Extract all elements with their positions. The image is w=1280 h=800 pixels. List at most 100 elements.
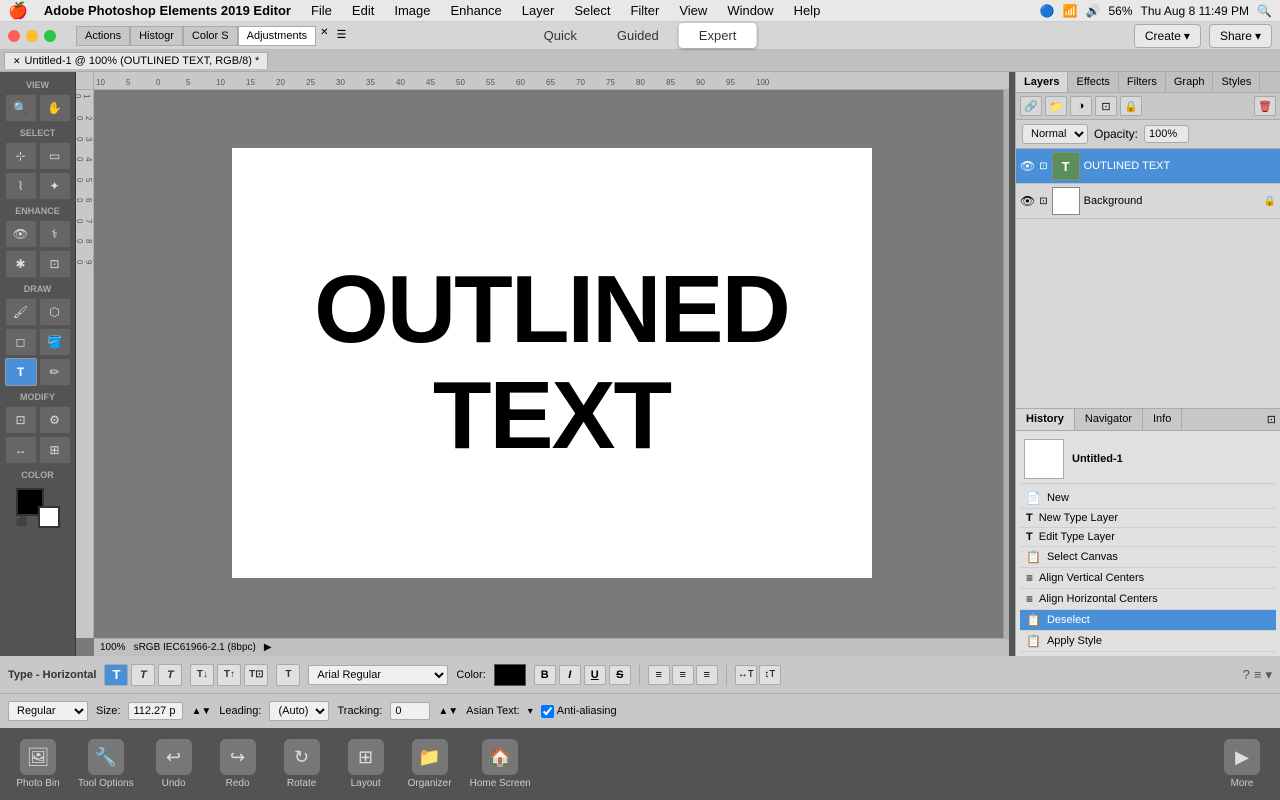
lock-btn[interactable]: 🔒 [1120,96,1142,116]
minimize-button[interactable] [26,30,38,42]
toolbar-options-icon[interactable]: ≡ [1254,667,1262,683]
brush-tool[interactable]: 🖌 [5,298,37,326]
align-left-btn[interactable]: ≡ [648,665,670,685]
dock-more[interactable]: ▶ More [1212,735,1272,793]
type-sub2-btn[interactable]: T↑ [217,664,241,686]
reset-colors[interactable]: ⬛ [16,517,28,528]
canvas-content[interactable]: OUTLINED TEXT [94,90,1009,636]
content-aware-tool[interactable]: ⊞ [39,436,71,464]
history-item-align-vertical[interactable]: ≡ Align Vertical Centers [1020,568,1276,589]
layer-visibility-bg[interactable]: 👁 [1020,194,1035,208]
style-select[interactable]: Regular Bold Italic [8,701,88,721]
tracking-arrows[interactable]: ▲▼ [438,706,458,717]
panel-tab-histogr[interactable]: Histogr [130,26,183,46]
select-menu[interactable]: Select [570,3,614,18]
type-extra-btn[interactable]: T [276,664,300,686]
doc-tab-untitled[interactable]: ✕ Untitled-1 @ 100% (OUTLINED TEXT, RGB/… [4,52,268,69]
type-horizontal-btn[interactable]: T [104,664,128,686]
lasso-tool[interactable]: ⌇ [5,172,37,200]
recompose-tool[interactable]: ⚙ [39,406,71,434]
history-item-apply-style[interactable]: 📋 Apply Style [1020,631,1276,652]
straighten-tool[interactable]: ↔ [5,436,37,464]
asian-text-dropdown[interactable]: ▾ [528,706,533,717]
dock-redo[interactable]: ↪ Redo [208,735,268,793]
filter-menu[interactable]: Filter [626,3,663,18]
app-name-menu[interactable]: Adobe Photoshop Elements 2019 Editor [40,3,295,18]
layer-visibility-outlined[interactable]: 👁 [1020,159,1035,173]
leading-select[interactable]: (Auto) [269,701,329,721]
pencil-tool[interactable]: ✏ [39,358,71,386]
delete-layer-btn[interactable]: 🗑 [1254,96,1276,116]
panel-expand-icon[interactable]: ☰ [333,26,351,46]
move-tool[interactable]: ⊹ [5,142,37,170]
panel-tab-colors[interactable]: Color S [183,26,238,46]
file-menu[interactable]: File [307,3,336,18]
text-color-swatch[interactable] [494,664,526,686]
edit-menu[interactable]: Edit [348,3,378,18]
background-color[interactable] [38,506,60,528]
dock-layout[interactable]: ⊞ Layout [336,735,396,793]
maximize-button[interactable] [44,30,56,42]
history-item-align-horizontal[interactable]: ≡ Align Horizontal Centers [1020,589,1276,610]
type-sub3-btn[interactable]: T⊡ [244,664,268,686]
impressionist-tool[interactable]: ⬡ [39,298,71,326]
history-item-new[interactable]: 📄 New [1020,488,1276,509]
strikethrough-btn[interactable]: S [609,665,631,685]
type-tool[interactable]: T [5,358,37,386]
orient-horiz-btn[interactable]: ↔T [735,665,757,685]
history-item-new-type-layer[interactable]: T New Type Layer [1020,509,1276,528]
create-button[interactable]: Create ▾ [1134,24,1201,48]
help-question-icon[interactable]: ? [1243,667,1250,683]
size-input[interactable] [128,702,183,720]
history-item-edit-type-layer[interactable]: T Edit Type Layer [1020,528,1276,547]
history-item-select-canvas[interactable]: 📋 Select Canvas [1020,547,1276,568]
tab-effects[interactable]: Effects [1068,72,1118,92]
rect-select-tool[interactable]: ▭ [39,142,71,170]
tab-styles[interactable]: Styles [1213,72,1260,92]
crop-tool[interactable]: ⊡ [5,406,37,434]
blend-mode-select[interactable]: Normal [1022,124,1088,144]
dock-undo[interactable]: ↩ Undo [144,735,204,793]
search-icon[interactable]: 🔍 [1257,4,1272,18]
clone-tool[interactable]: ✱ [5,250,37,278]
mode-expert[interactable]: Expert [679,23,757,48]
layer-menu[interactable]: Layer [518,3,559,18]
dock-home-screen[interactable]: 🏠 Home Screen [464,735,537,793]
magic-wand-tool[interactable]: ✦ [39,172,71,200]
tab-graph[interactable]: Graph [1166,72,1214,92]
dock-rotate[interactable]: ↻ Rotate [272,735,332,793]
font-select[interactable]: Arial Regular [308,665,448,685]
dock-photo-bin[interactable]: 🖼 Photo Bin [8,735,68,793]
mode-guided[interactable]: Guided [597,23,679,48]
white-canvas[interactable]: OUTLINED TEXT [232,148,872,578]
vertical-scrollbar[interactable] [1003,90,1009,638]
new-group-btn[interactable]: 📁 [1045,96,1067,116]
image-menu[interactable]: Image [390,3,434,18]
align-center-btn[interactable]: ≡ [672,665,694,685]
layer-item-outlined-text[interactable]: 👁 ⊡ T OUTLINED TEXT [1016,149,1280,184]
panel-tab-adjustments[interactable]: Adjustments [238,26,317,46]
profile-arrow[interactable]: ▶ [264,642,272,653]
history-tab-info[interactable]: Info [1143,409,1182,430]
size-arrows[interactable]: ▲▼ [191,706,211,717]
enhance-menu[interactable]: Enhance [446,3,505,18]
layer-item-background[interactable]: 👁 ⊡ Background 🔒 [1016,184,1280,219]
tracking-input[interactable] [390,702,430,720]
zoom-tool[interactable]: 🔍 [5,94,37,122]
history-expand-icon[interactable]: ⊡ [1263,409,1280,430]
mode-quick[interactable]: Quick [524,23,597,48]
tab-filters[interactable]: Filters [1119,72,1166,92]
paint-bucket-tool[interactable]: 🪣 [39,328,71,356]
hand-tool[interactable]: ✋ [39,94,71,122]
help-menu[interactable]: Help [790,3,825,18]
healing-tool[interactable]: ⚕ [39,220,71,248]
history-tab-navigator[interactable]: Navigator [1075,409,1143,430]
doc-tab-close-btn[interactable]: ✕ [13,56,21,67]
eraser-tool[interactable]: ◻ [5,328,37,356]
dock-organizer[interactable]: 📁 Organizer [400,735,460,793]
history-tab-history[interactable]: History [1016,409,1075,430]
new-adj-btn[interactable]: ◑ [1070,96,1092,116]
type-sub1-btn[interactable]: T↓ [190,664,214,686]
share-button[interactable]: Share ▾ [1209,24,1272,48]
apple-menu[interactable]: 🍎 [8,1,28,21]
